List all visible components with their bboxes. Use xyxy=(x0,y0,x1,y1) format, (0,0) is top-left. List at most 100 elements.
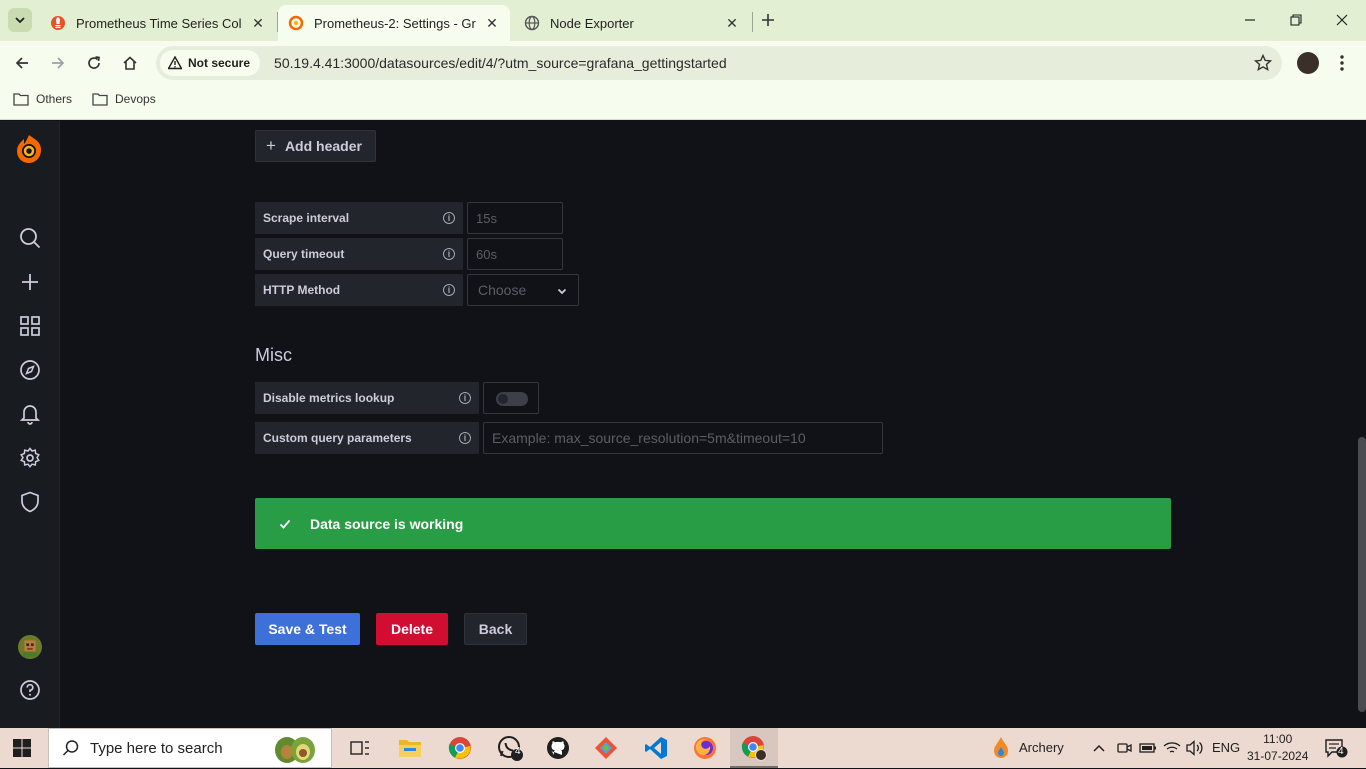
site-security-chip[interactable]: Not secure xyxy=(160,50,261,76)
browser-toolbar: Not secure 50.19.4.41:3000/datasources/e… xyxy=(0,41,1366,85)
reload-button[interactable] xyxy=(82,51,106,75)
page-scrollbar[interactable] xyxy=(1358,437,1366,712)
datasource-settings-content: + Add header Scrape interval i 15s Query… xyxy=(60,121,1356,728)
tab-title: Prometheus Time Series Collecti xyxy=(76,15,242,31)
browser-menu-button[interactable] xyxy=(1334,52,1350,74)
star-icon xyxy=(1253,53,1273,72)
chrome-icon[interactable] xyxy=(446,734,474,762)
explore-compass-icon[interactable] xyxy=(18,358,42,382)
volume-icon[interactable] xyxy=(1181,734,1209,762)
close-tab-icon[interactable]: ✕ xyxy=(484,15,500,31)
grafana-favicon-icon xyxy=(288,15,304,31)
tab-search-button[interactable] xyxy=(8,8,32,32)
field-label-text: Disable metrics lookup xyxy=(263,391,395,405)
restore-button[interactable] xyxy=(1286,10,1306,30)
placeholder-text: 60s xyxy=(476,246,497,262)
git-gui-icon[interactable] xyxy=(592,734,620,762)
forward-button[interactable] xyxy=(46,51,70,75)
system-clock[interactable]: 11:00 31-07-2024 xyxy=(1247,731,1308,765)
plus-icon[interactable] xyxy=(18,270,42,294)
http-method-label: HTTP Method i xyxy=(255,274,463,306)
more-vertical-icon xyxy=(1340,55,1344,71)
back-link-button[interactable]: Back xyxy=(464,613,527,645)
notifications-button[interactable]: 4 xyxy=(1324,738,1348,763)
custom-query-parameters-input[interactable]: Example: max_source_resolution=5m&timeou… xyxy=(483,422,883,454)
folder-icon xyxy=(92,93,108,106)
query-timeout-input[interactable]: 60s xyxy=(467,238,563,270)
check-icon xyxy=(279,518,291,530)
minimize-button[interactable] xyxy=(1240,10,1260,30)
new-tab-button[interactable] xyxy=(758,10,778,30)
windows-taskbar: Type here to search 4 Archery ENG 11:00 … xyxy=(0,728,1366,768)
add-header-button[interactable]: + Add header xyxy=(255,130,376,162)
http-method-select[interactable]: Choose xyxy=(467,274,579,306)
search-icon[interactable] xyxy=(18,226,42,250)
arrow-right-icon xyxy=(52,57,65,69)
weather-label[interactable]: Archery xyxy=(1019,740,1064,755)
field-label-text: Custom query parameters xyxy=(263,431,412,445)
home-icon xyxy=(123,56,137,70)
close-icon xyxy=(1336,14,1348,26)
whatsapp-badge: 4 xyxy=(515,746,521,757)
user-avatar[interactable] xyxy=(18,635,42,659)
browser-tab-grafana-settings[interactable]: Prometheus-2: Settings - Grafan ✕ xyxy=(278,5,510,41)
delete-button[interactable]: Delete xyxy=(376,613,448,645)
close-tab-icon[interactable]: ✕ xyxy=(724,15,740,31)
tab-title: Prometheus-2: Settings - Grafan xyxy=(314,15,476,31)
home-button[interactable] xyxy=(118,51,142,75)
bookmarks-bar: Others Devops xyxy=(0,85,1366,120)
whatsapp-icon[interactable]: 4 xyxy=(496,734,524,762)
github-icon[interactable] xyxy=(544,734,572,762)
scrape-interval-label: Scrape interval i xyxy=(255,202,463,234)
bookmark-label: Devops xyxy=(115,92,156,106)
info-icon[interactable]: i xyxy=(443,212,455,224)
info-icon[interactable]: i xyxy=(443,284,455,296)
vscode-icon[interactable] xyxy=(642,734,670,762)
save-and-test-button[interactable]: Save & Test xyxy=(255,613,360,645)
start-button[interactable] xyxy=(12,738,32,763)
address-bar[interactable]: Not secure 50.19.4.41:3000/datasources/e… xyxy=(156,46,1282,80)
file-explorer-icon[interactable] xyxy=(396,734,424,762)
browser-tab-node-exporter[interactable]: Node Exporter ✕ xyxy=(514,5,750,41)
toggle-knob xyxy=(498,394,508,404)
profile-avatar[interactable] xyxy=(1297,52,1319,74)
weather-icon[interactable] xyxy=(987,734,1015,762)
browser-tab-prometheus-docs[interactable]: Prometheus Time Series Collecti ✕ xyxy=(40,5,276,41)
misc-section-title: Misc xyxy=(255,345,292,365)
info-icon[interactable]: i xyxy=(459,392,471,404)
plus-icon: + xyxy=(266,136,276,155)
bookmark-folder-devops[interactable]: Devops xyxy=(92,92,156,106)
server-admin-shield-icon[interactable] xyxy=(18,490,42,514)
dashboards-grid-icon[interactable] xyxy=(18,314,42,338)
show-hidden-icons-chevron-icon[interactable] xyxy=(1085,734,1113,762)
field-label-text: HTTP Method xyxy=(263,283,341,297)
tab-divider xyxy=(752,12,753,32)
firefox-icon[interactable] xyxy=(691,734,719,762)
close-tab-icon[interactable]: ✕ xyxy=(250,15,266,31)
avocado-highlight-icon[interactable] xyxy=(270,732,320,769)
grafana-logo-icon[interactable] xyxy=(13,133,45,165)
task-view-icon[interactable] xyxy=(346,734,374,762)
disable-metrics-lookup-toggle[interactable] xyxy=(496,392,528,406)
query-timeout-label: Query timeout i xyxy=(255,238,463,270)
alerting-bell-icon[interactable] xyxy=(18,402,42,426)
close-window-button[interactable] xyxy=(1332,10,1352,30)
back-button[interactable] xyxy=(10,51,34,75)
bookmark-folder-others[interactable]: Others xyxy=(13,92,72,106)
minimize-icon xyxy=(1245,19,1255,21)
bookmark-star-button[interactable] xyxy=(1253,53,1273,77)
search-placeholder: Type here to search xyxy=(90,739,223,757)
url-text: 50.19.4.41:3000/datasources/edit/4/?utm_… xyxy=(274,55,727,71)
configuration-gear-icon[interactable] xyxy=(18,446,42,470)
info-icon[interactable]: i xyxy=(443,248,455,260)
info-icon[interactable]: i xyxy=(459,432,471,444)
clock-date: 31-07-2024 xyxy=(1247,749,1309,763)
grafana-app: + Add header Scrape interval i 15s Query… xyxy=(0,121,1366,728)
search-icon xyxy=(62,740,79,756)
help-icon[interactable] xyxy=(18,678,42,702)
scrape-interval-input[interactable]: 15s xyxy=(467,202,563,234)
chrome-profile-icon[interactable] xyxy=(740,734,768,762)
reload-icon xyxy=(88,56,100,69)
input-language[interactable]: ENG xyxy=(1212,740,1240,755)
placeholder-text: 15s xyxy=(476,210,497,226)
